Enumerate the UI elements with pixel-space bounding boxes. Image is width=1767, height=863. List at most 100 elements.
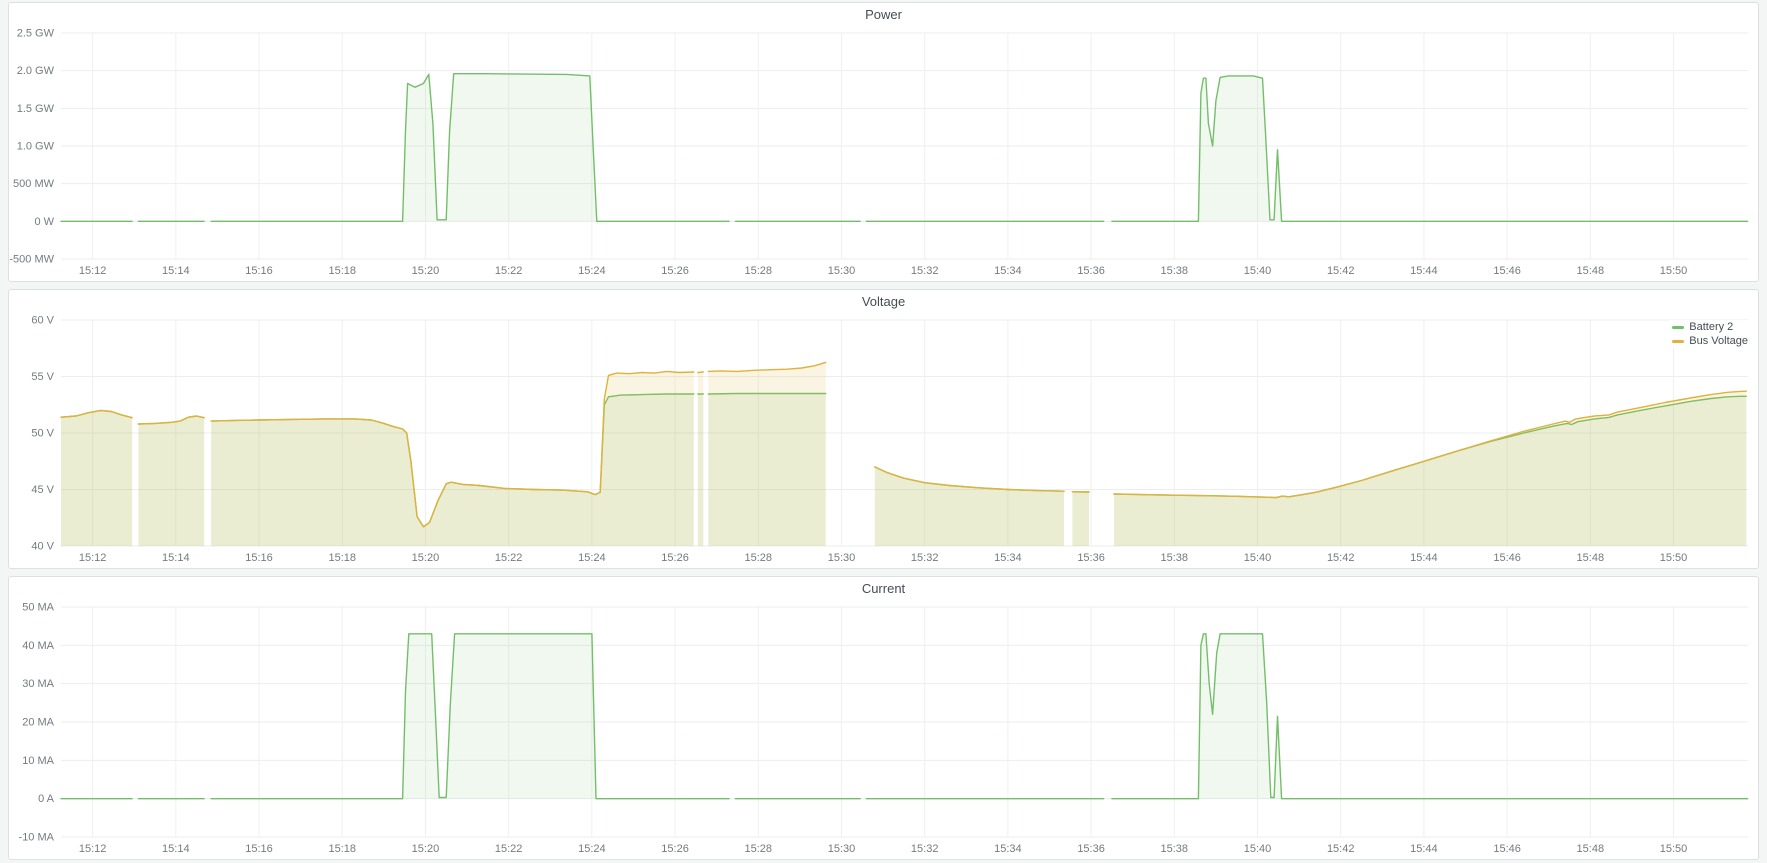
x-tick-label: 15:40 bbox=[1244, 265, 1272, 277]
x-tick-label: 15:12 bbox=[79, 552, 107, 564]
x-tick-label: 15:38 bbox=[1161, 843, 1189, 855]
x-tick-label: 15:48 bbox=[1577, 265, 1605, 277]
y-tick-label: 0 W bbox=[34, 216, 54, 228]
series-area-bus-voltage bbox=[138, 416, 204, 546]
x-tick-label: 15:24 bbox=[578, 843, 606, 855]
y-tick-label: 2.5 GW bbox=[17, 28, 55, 40]
x-tick-label: 15:48 bbox=[1577, 843, 1605, 855]
legend-item-battery-2[interactable]: Battery 2 bbox=[1672, 321, 1748, 333]
x-tick-label: 15:42 bbox=[1327, 843, 1355, 855]
y-tick-label: 45 V bbox=[31, 484, 54, 496]
legend-swatch-bus-voltage bbox=[1672, 340, 1684, 343]
power-chart[interactable]: 2.5 GW2.0 GW1.5 GW1.0 GW500 MW0 W-500 MW… bbox=[9, 27, 1758, 281]
x-tick-label: 15:44 bbox=[1410, 265, 1438, 277]
voltage-chart[interactable]: 60 V55 V50 V45 V40 V15:1215:1415:1615:18… bbox=[9, 314, 1758, 568]
x-tick-label: 15:36 bbox=[1077, 843, 1105, 855]
power-panel: Power 2.5 GW2.0 GW1.5 GW1.0 GW500 MW0 W-… bbox=[8, 2, 1759, 282]
y-tick-label: 50 V bbox=[31, 428, 54, 440]
x-tick-label: 15:26 bbox=[661, 843, 689, 855]
x-tick-label: 15:28 bbox=[745, 552, 773, 564]
x-tick-label: 15:32 bbox=[911, 843, 939, 855]
y-tick-label: -10 MA bbox=[19, 832, 55, 844]
x-tick-label: 15:26 bbox=[661, 265, 689, 277]
x-tick-label: 15:34 bbox=[994, 843, 1022, 855]
power-panel-title[interactable]: Power bbox=[9, 3, 1758, 27]
x-tick-label: 15:20 bbox=[412, 552, 440, 564]
legend-label-battery-2: Battery 2 bbox=[1689, 321, 1733, 333]
series-area-bus-voltage bbox=[211, 371, 694, 546]
x-tick-label: 15:18 bbox=[328, 552, 356, 564]
dashboard: Power 2.5 GW2.0 GW1.5 GW1.0 GW500 MW0 W-… bbox=[0, 0, 1767, 863]
voltage-panel: Voltage 60 V55 V50 V45 V40 V15:1215:1415… bbox=[8, 289, 1759, 569]
y-tick-label: 40 V bbox=[31, 541, 54, 553]
x-tick-label: 15:20 bbox=[412, 843, 440, 855]
x-tick-label: 15:30 bbox=[828, 552, 856, 564]
x-tick-label: 15:46 bbox=[1493, 843, 1521, 855]
x-tick-label: 15:46 bbox=[1493, 265, 1521, 277]
x-tick-label: 15:18 bbox=[328, 265, 356, 277]
series-area-bus-voltage bbox=[708, 362, 825, 546]
voltage-legend: Battery 2 Bus Voltage bbox=[1670, 320, 1750, 348]
x-tick-label: 15:48 bbox=[1577, 552, 1605, 564]
x-tick-label: 15:14 bbox=[162, 265, 190, 277]
voltage-panel-title[interactable]: Voltage bbox=[9, 290, 1758, 314]
y-tick-label: 10 MA bbox=[22, 755, 54, 767]
y-tick-label: 500 MW bbox=[13, 178, 55, 190]
y-tick-label: 0 A bbox=[38, 793, 55, 805]
y-tick-label: 40 MA bbox=[22, 640, 54, 652]
y-tick-label: 2.0 GW bbox=[17, 65, 55, 77]
current-panel: Current 50 MA 40 MA 30 MA 20 MA 10 MA 0 A -10 … bbox=[8, 576, 1759, 860]
y-tick-label: 1.5 GW bbox=[17, 103, 55, 115]
current-plot: 50 MA 40 MA 30 MA 20 MA 10 MA 0 A -10 MA 15:12 1… bbox=[9, 601, 1758, 859]
x-tick-label: 15:42 bbox=[1327, 552, 1355, 564]
x-tick-label: 15:32 bbox=[911, 265, 939, 277]
x-tick-label: 15:50 bbox=[1660, 265, 1688, 277]
x-tick-label: 15:36 bbox=[1077, 552, 1105, 564]
x-tick-label: 15:46 bbox=[1493, 552, 1521, 564]
x-tick-label: 15:44 bbox=[1410, 552, 1438, 564]
x-tick-label: 15:50 bbox=[1660, 843, 1688, 855]
y-tick-label: 60 V bbox=[31, 315, 54, 327]
x-tick-label: 15:28 bbox=[745, 843, 773, 855]
x-tick-label: 15:16 bbox=[245, 552, 273, 564]
x-tick-label: 15:20 bbox=[412, 265, 440, 277]
x-tick-label: 15:34 bbox=[994, 265, 1022, 277]
x-tick-label: 15:32 bbox=[911, 552, 939, 564]
y-tick-label: 20 MA bbox=[22, 717, 54, 729]
current-chart[interactable]: 50 MA 40 MA 30 MA 20 MA 10 MA 0 A -10 MA 15:12 1… bbox=[9, 601, 1758, 859]
x-tick-label: 15:12 bbox=[79, 843, 107, 855]
x-tick-label: 15:50 bbox=[1660, 552, 1688, 564]
x-tick-label: 15:42 bbox=[1327, 265, 1355, 277]
x-tick-label: 15:26 bbox=[661, 552, 689, 564]
series-area-battery-2 bbox=[211, 634, 729, 799]
x-tick-label: 15:38 bbox=[1161, 265, 1189, 277]
series-area-bus-voltage bbox=[698, 372, 703, 546]
x-tick-label: 15:36 bbox=[1077, 265, 1105, 277]
x-tick-label: 15:14 bbox=[162, 552, 190, 564]
series-line-bus-voltage bbox=[698, 372, 703, 373]
x-tick-label: 15:24 bbox=[578, 552, 606, 564]
series-area-bus-voltage bbox=[1114, 391, 1746, 546]
power-plot: 2.5 GW2.0 GW1.5 GW1.0 GW500 MW0 W-500 MW… bbox=[9, 27, 1758, 281]
legend-label-bus-voltage: Bus Voltage bbox=[1689, 335, 1748, 347]
series-area-bus-voltage bbox=[1072, 492, 1089, 546]
y-tick-label: 30 MA bbox=[22, 678, 54, 690]
series-area-bus-voltage bbox=[875, 467, 1064, 546]
x-tick-label: 15:34 bbox=[994, 552, 1022, 564]
x-tick-label: 15:30 bbox=[828, 265, 856, 277]
x-tick-label: 15:22 bbox=[495, 843, 523, 855]
x-tick-label: 15:30 bbox=[828, 843, 856, 855]
x-tick-label: 15:40 bbox=[1244, 552, 1272, 564]
x-tick-label: 15:28 bbox=[745, 265, 773, 277]
x-tick-label: 15:14 bbox=[162, 843, 190, 855]
y-tick-label: -500 MW bbox=[9, 254, 54, 266]
y-tick-label: 50 MA bbox=[22, 602, 54, 614]
x-tick-label: 15:12 bbox=[79, 265, 107, 277]
series-area-bus-voltage bbox=[61, 410, 132, 546]
x-tick-label: 15:22 bbox=[495, 552, 523, 564]
series-area-battery-2 bbox=[211, 74, 729, 222]
legend-item-bus-voltage[interactable]: Bus Voltage bbox=[1672, 335, 1748, 347]
current-panel-title[interactable]: Current bbox=[9, 577, 1758, 601]
x-tick-label: 15:16 bbox=[245, 843, 273, 855]
x-tick-label: 15:18 bbox=[328, 843, 356, 855]
